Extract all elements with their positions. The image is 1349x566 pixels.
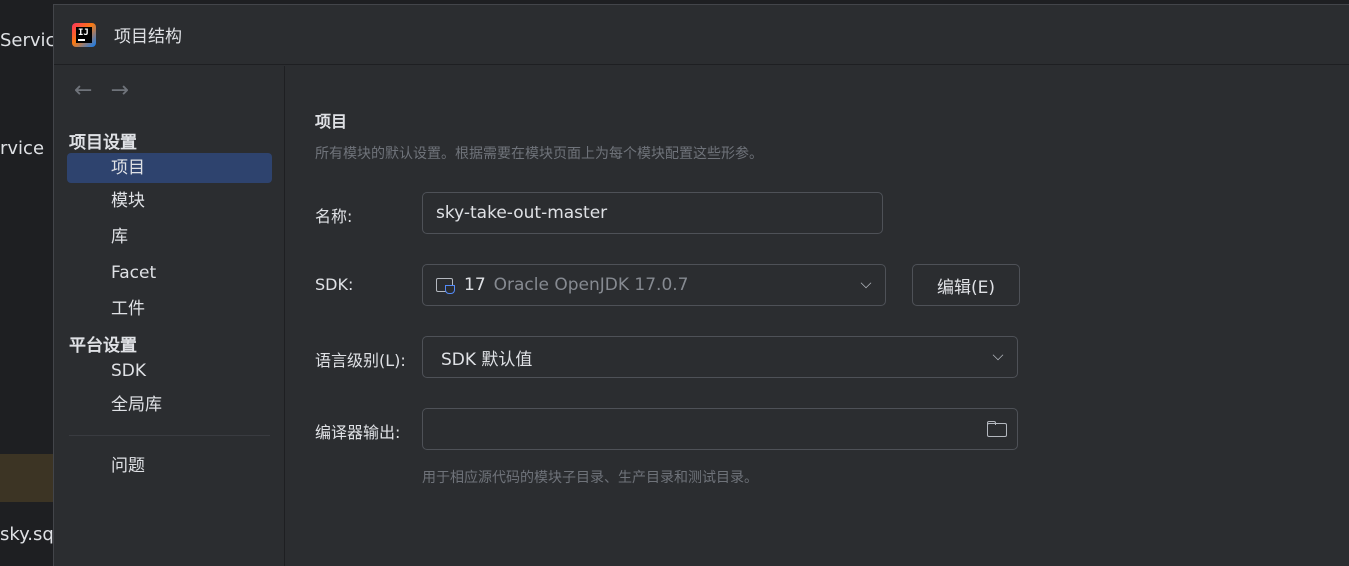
language-level-combobox[interactable]: SDK 默认值	[422, 336, 1018, 378]
back-arrow-icon[interactable]: ←	[74, 78, 92, 103]
project-name-value: sky-take-out-master	[436, 203, 608, 223]
compiler-output-hint: 用于相应源代码的模块子目录、生产目录和测试目录。	[422, 470, 758, 486]
intellij-idea-icon: IJ	[72, 22, 96, 47]
chevron-down-icon	[860, 277, 872, 289]
nav-arrows: ← →	[74, 78, 129, 103]
project-name-field[interactable]: sky-take-out-master	[422, 192, 883, 234]
sidebar-item-libraries[interactable]: 库	[67, 222, 272, 252]
sidebar-item-modules[interactable]: 模块	[67, 186, 272, 216]
compiler-output-label: 编译器输出:	[315, 423, 401, 442]
sidebar-item-facets[interactable]: Facet	[67, 258, 272, 288]
page-title: 项目	[315, 112, 348, 131]
section-platform-settings: 平台设置	[69, 336, 137, 356]
sidebar-item-global-libraries[interactable]: 全局库	[67, 390, 272, 420]
sdk-label: SDK:	[315, 275, 354, 294]
sdk-combobox[interactable]: 17 Oracle OpenJDK 17.0.7	[422, 264, 886, 306]
sidebar-item-problems[interactable]: 问题	[67, 451, 272, 481]
background-text: rvice	[0, 138, 45, 159]
compiler-output-field[interactable]	[422, 408, 1018, 450]
page-description: 所有模块的默认设置。根据需要在模块页面上为每个模块配置这些形参。	[315, 146, 763, 162]
sidebar: ← → 项目设置 项目 模块 库 Facet 工件 平台设置 SDK 全局库 问…	[54, 66, 285, 566]
chevron-down-icon	[992, 349, 1004, 361]
forward-arrow-icon[interactable]: →	[110, 78, 128, 103]
sdk-name: Oracle OpenJDK 17.0.7	[493, 275, 689, 295]
project-structure-dialog: IJ 项目结构 ← → 项目设置 项目 模块 库 Facet 工件 平台设置 S…	[53, 4, 1349, 566]
name-label: 名称:	[315, 207, 353, 226]
edit-sdk-button[interactable]: 编辑(E)	[912, 264, 1020, 306]
sidebar-divider	[69, 435, 270, 436]
section-project-settings: 项目设置	[69, 133, 137, 153]
sidebar-item-artifacts[interactable]: 工件	[67, 294, 272, 324]
language-level-label: 语言级别(L):	[315, 351, 406, 370]
sidebar-item-project[interactable]: 项目	[67, 153, 272, 183]
background-highlight	[0, 454, 60, 502]
dialog-title: 项目结构	[114, 27, 182, 47]
sdk-version: 17	[464, 275, 486, 295]
language-level-value: SDK 默认值	[441, 349, 533, 370]
jdk-folder-icon	[436, 276, 456, 294]
background-text: sky.sq	[0, 524, 54, 545]
browse-folder-icon[interactable]	[987, 421, 1007, 437]
main-panel: 项目 所有模块的默认设置。根据需要在模块页面上为每个模块配置这些形参。 名称: …	[286, 66, 1349, 566]
sidebar-item-sdks[interactable]: SDK	[67, 356, 272, 386]
dialog-titlebar: IJ 项目结构	[54, 5, 1349, 65]
background-text: Servic	[0, 30, 56, 51]
